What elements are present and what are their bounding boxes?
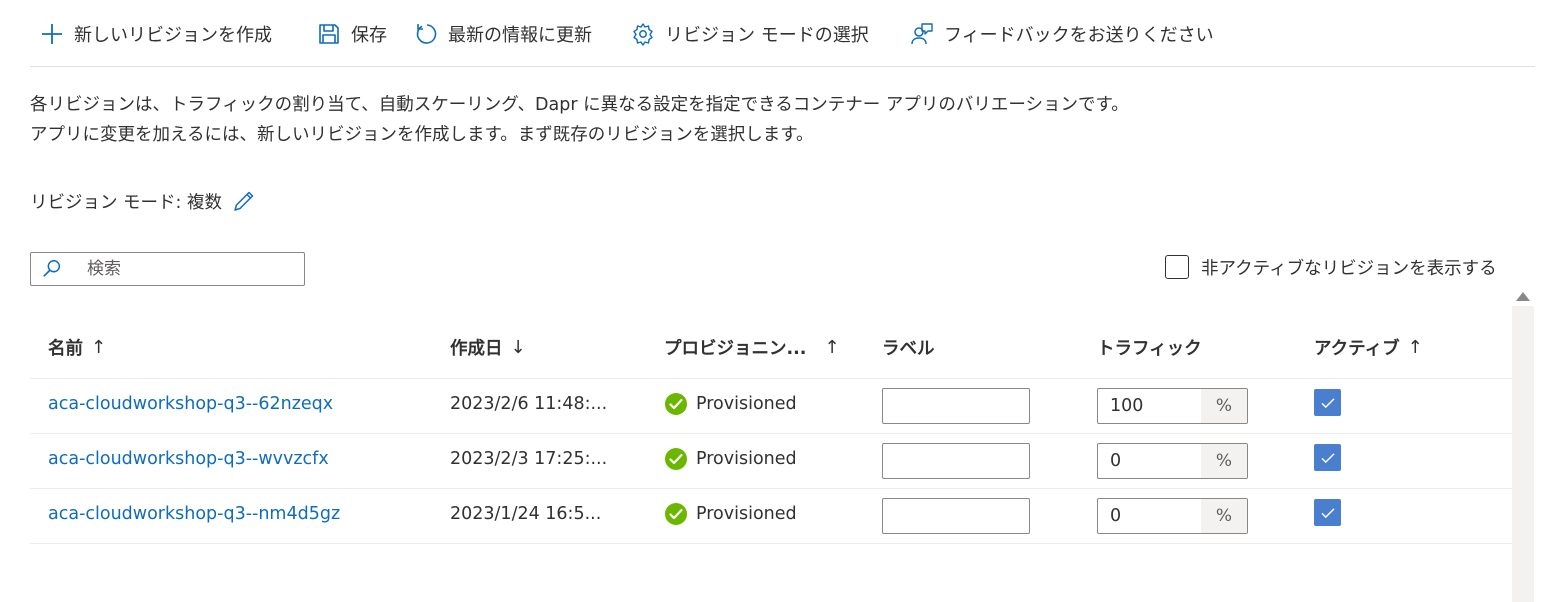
- traffic-input[interactable]: 100 %: [1097, 388, 1248, 424]
- revision-name-link[interactable]: aca-cloudworkshop-q3--wvvzcfx: [48, 434, 329, 484]
- sort-ascending-icon: ↑: [824, 336, 840, 358]
- label-input[interactable]: [882, 498, 1030, 534]
- traffic-value[interactable]: 100: [1098, 389, 1201, 423]
- command-bar: 新しいリビジョンを作成 保存 最新の情報に更新 リビジョン モードの選択 フィー…: [30, 14, 1535, 67]
- column-provisioning-label: プロビジョニン...: [664, 338, 807, 359]
- column-header-provisioning[interactable]: プロビジョニン... ↑: [664, 318, 840, 376]
- check-circle-icon: [665, 393, 687, 415]
- traffic-input[interactable]: 0 %: [1097, 443, 1248, 479]
- active-checkbox[interactable]: [1314, 499, 1341, 526]
- traffic-value[interactable]: 0: [1098, 444, 1201, 478]
- created-date: 2023/2/6 11:48:...: [450, 394, 608, 414]
- created-date: 2023/2/3 17:25:...: [450, 449, 608, 469]
- description-line-1: 各リビジョンは、トラフィックの割り当て、自動スケーリング、Dapr に異なる設定…: [30, 95, 1129, 115]
- check-circle-icon: [665, 503, 687, 525]
- search-icon: [43, 260, 61, 277]
- save-button[interactable]: 保存: [317, 14, 387, 54]
- percent-suffix: %: [1201, 389, 1247, 423]
- scroll-up-arrow-icon[interactable]: [1516, 292, 1530, 301]
- created-date: 2023/1/24 16:5...: [450, 504, 602, 524]
- traffic-value[interactable]: 0: [1098, 499, 1201, 533]
- show-inactive-checkbox[interactable]: [1165, 255, 1189, 279]
- column-header-active[interactable]: アクティブ ↑: [1314, 318, 1423, 376]
- new-revision-button[interactable]: 新しいリビジョンを作成: [40, 14, 272, 54]
- show-inactive-label: 非アクティブなリビジョンを表示する: [1201, 258, 1497, 279]
- status-text: Provisioned: [696, 394, 797, 414]
- description-line-2: アプリに変更を加えるには、新しいリビジョンを作成します。まず既存のリビジョンを選…: [30, 125, 814, 145]
- column-header-created[interactable]: 作成日 ↓: [450, 318, 526, 376]
- revision-name-link[interactable]: aca-cloudworkshop-q3--62nzeqx: [48, 379, 333, 429]
- sort-descending-icon: ↓: [510, 336, 526, 358]
- revision-mode-row: リビジョン モード: 複数: [30, 186, 256, 216]
- sort-ascending-icon: ↑: [91, 336, 107, 358]
- scrollbar-track[interactable]: [1512, 306, 1534, 602]
- table-row[interactable]: aca-cloudworkshop-q3--nm4d5gz 2023/1/24 …: [30, 489, 1512, 544]
- feedback-label: フィードバックをお送りください: [944, 25, 1214, 46]
- check-circle-icon: [665, 448, 687, 470]
- column-header-traffic[interactable]: トラフィック: [1097, 318, 1202, 376]
- column-traffic-label: トラフィック: [1097, 338, 1202, 359]
- gear-icon: [633, 23, 653, 46]
- provisioning-status: Provisioned: [664, 379, 797, 429]
- traffic-input[interactable]: 0 %: [1097, 498, 1248, 534]
- checkmark-icon: [1320, 397, 1335, 408]
- search-input[interactable]: [85, 258, 289, 280]
- revision-mode-button[interactable]: リビジョン モードの選択: [631, 14, 869, 54]
- save-icon: [319, 24, 339, 44]
- table-row[interactable]: aca-cloudworkshop-q3--wvvzcfx 2023/2/3 1…: [30, 434, 1512, 489]
- provisioning-status: Provisioned: [664, 434, 797, 484]
- provisioning-status: Provisioned: [664, 489, 797, 539]
- active-checkbox[interactable]: [1314, 389, 1341, 416]
- feedback-button[interactable]: フィードバックをお送りください: [910, 14, 1214, 54]
- feedback-icon: [911, 23, 933, 45]
- show-inactive-toggle[interactable]: 非アクティブなリビジョンを表示する: [1165, 253, 1497, 281]
- revision-mode-label: リビジョン モードの選択: [665, 25, 869, 46]
- pencil-icon[interactable]: [232, 189, 256, 213]
- search-box[interactable]: [30, 252, 305, 286]
- revision-name-link[interactable]: aca-cloudworkshop-q3--nm4d5gz: [48, 489, 340, 539]
- refresh-icon: [416, 24, 437, 44]
- sort-ascending-icon: ↑: [1407, 336, 1423, 358]
- plus-icon: [42, 24, 62, 44]
- table-header: 名前 ↑ 作成日 ↓ プロビジョニン... ↑ ラベル トラフィック アクティブ…: [30, 318, 1512, 379]
- checkmark-icon: [1320, 452, 1335, 463]
- column-created-label: 作成日: [450, 338, 503, 359]
- label-input[interactable]: [882, 443, 1030, 479]
- status-text: Provisioned: [696, 504, 797, 524]
- description: 各リビジョンは、トラフィックの割り当て、自動スケーリング、Dapr に異なる設定…: [30, 90, 1129, 150]
- label-input[interactable]: [882, 388, 1030, 424]
- column-name-label: 名前: [48, 338, 83, 359]
- percent-suffix: %: [1201, 444, 1247, 478]
- active-checkbox[interactable]: [1314, 444, 1341, 471]
- column-header-name[interactable]: 名前 ↑: [48, 318, 106, 376]
- refresh-button[interactable]: 最新の情報に更新: [414, 14, 592, 54]
- revision-mode-value: リビジョン モード: 複数: [30, 192, 223, 213]
- save-label: 保存: [351, 25, 387, 46]
- percent-suffix: %: [1201, 499, 1247, 533]
- refresh-label: 最新の情報に更新: [448, 25, 592, 46]
- status-text: Provisioned: [696, 449, 797, 469]
- checkmark-icon: [1320, 507, 1335, 518]
- revisions-table: 名前 ↑ 作成日 ↓ プロビジョニン... ↑ ラベル トラフィック アクティブ…: [30, 318, 1512, 544]
- column-label-label: ラベル: [882, 338, 935, 359]
- column-active-label: アクティブ: [1314, 338, 1400, 359]
- column-header-label[interactable]: ラベル: [882, 318, 935, 376]
- table-row[interactable]: aca-cloudworkshop-q3--62nzeqx 2023/2/6 1…: [30, 379, 1512, 434]
- new-revision-label: 新しいリビジョンを作成: [74, 25, 272, 46]
